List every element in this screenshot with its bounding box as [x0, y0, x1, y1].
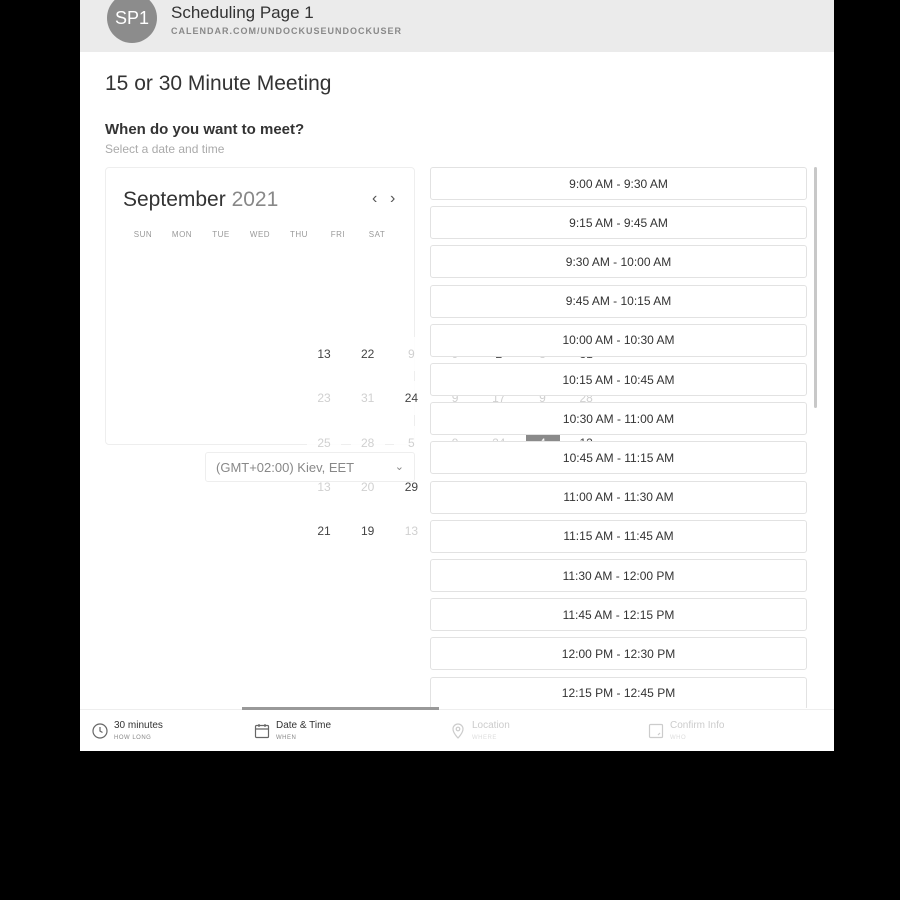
location-pin-icon — [450, 723, 466, 744]
time-slot-button[interactable]: 10:45 AM - 11:15 AM — [430, 441, 807, 475]
calendar-day[interactable]: 31 — [350, 381, 385, 416]
time-slot-button[interactable]: 11:00 AM - 11:30 AM — [430, 480, 807, 514]
weekday-label: FRI — [330, 230, 346, 239]
time-slot-button[interactable]: 9:15 AM - 9:45 AM — [430, 206, 807, 240]
time-slot-button[interactable]: 12:00 PM - 12:30 PM — [430, 637, 807, 671]
chevron-down-icon: ⌄ — [394, 461, 404, 473]
time-slot-button[interactable]: 9:30 AM - 10:00 AM — [430, 245, 807, 279]
time-slot-button[interactable]: 12:15 PM - 12:45 PM — [430, 676, 807, 708]
page-name: Scheduling Page 1 — [171, 3, 314, 22]
timezone-select[interactable]: (GMT+02:00) Kiev, EET ⌄ — [205, 452, 415, 482]
time-slot-button[interactable]: 11:45 AM - 12:15 PM — [430, 598, 807, 632]
scrollbar[interactable] — [814, 167, 817, 408]
time-slot-button[interactable]: 11:15 AM - 11:45 AM — [430, 519, 807, 553]
calendar-day[interactable]: 13 — [307, 337, 341, 371]
step-subtitle: WHEN — [276, 735, 297, 741]
calendar-year: 2021 — [231, 188, 279, 211]
time-slot-button[interactable]: 10:30 AM - 11:00 AM — [430, 402, 807, 436]
calendar-day[interactable]: 19 — [350, 514, 385, 549]
step-title: Location — [472, 720, 510, 731]
weekday-label: MON — [171, 230, 193, 239]
time-slot-list: 9:00 AM - 9:30 AM 9:15 AM - 9:45 AM 9:30 A… — [430, 167, 807, 708]
prev-month-icon[interactable]: ‹ — [372, 190, 377, 208]
clock-icon — [92, 723, 108, 744]
question-heading: When do you want to meet? — [105, 121, 305, 138]
time-slot-button[interactable]: 9:45 AM - 10:15 AM — [430, 284, 807, 318]
step-subtitle: HOW LONG — [114, 735, 152, 741]
calendar-month-label: September 2021 — [123, 188, 278, 212]
calendar-month: September — [123, 188, 226, 211]
header-bar: SP1 Scheduling Page 1 CALENDAR.COM/UNDOC… — [80, 0, 834, 52]
timezone-label: (GMT+02:00) Kiev, EET — [216, 459, 355, 475]
weekday-label: WED — [249, 230, 271, 239]
avatar: SP1 — [107, 0, 157, 43]
confirm-icon — [648, 723, 664, 744]
step-subtitle: WHO — [670, 735, 687, 741]
next-month-icon[interactable]: › — [390, 190, 395, 208]
calendar-day[interactable]: 9 — [394, 337, 429, 371]
calendar-icon — [254, 723, 270, 744]
step-title: 30 minutes — [114, 720, 163, 731]
calendar-day[interactable]: 21 — [307, 514, 341, 549]
time-slot-button[interactable]: 10:00 AM - 10:30 AM — [430, 323, 807, 357]
question-hint: Select a date and time — [105, 142, 225, 156]
weekday-label: SAT — [368, 230, 386, 239]
weekday-label: SUN — [133, 230, 153, 239]
step-progress-indicator — [242, 707, 439, 710]
calendar-day[interactable]: 13 — [394, 514, 429, 549]
calendar-day[interactable]: 23 — [307, 381, 341, 416]
calendar-day[interactable]: 24 — [394, 381, 429, 416]
time-slot-button[interactable]: 11:30 AM - 12:00 PM — [430, 559, 807, 592]
time-slot-button[interactable]: 9:00 AM - 9:30 AM — [430, 167, 807, 200]
scheduling-window: SP1 Scheduling Page 1 CALENDAR.COM/UNDOC… — [80, 0, 834, 751]
step-title: Confirm Info — [670, 720, 725, 731]
weekday-label: THU — [290, 230, 308, 239]
meeting-title: 15 or 30 Minute Meeting — [105, 72, 332, 95]
steps-bar: 30 minutes HOW LONG Date & Time WHEN Locatio… — [80, 707, 834, 751]
step-subtitle: WHERE — [472, 735, 497, 741]
calendar-day[interactable]: 22 — [350, 337, 385, 371]
step-title: Date & Time — [276, 720, 332, 731]
page-url[interactable]: CALENDAR.COM/UNDOCKUSEUNDOCKUSER — [171, 26, 402, 36]
time-slot-button[interactable]: 10:15 AM - 10:45 AM — [430, 363, 807, 396]
weekday-label: TUE — [212, 230, 230, 239]
